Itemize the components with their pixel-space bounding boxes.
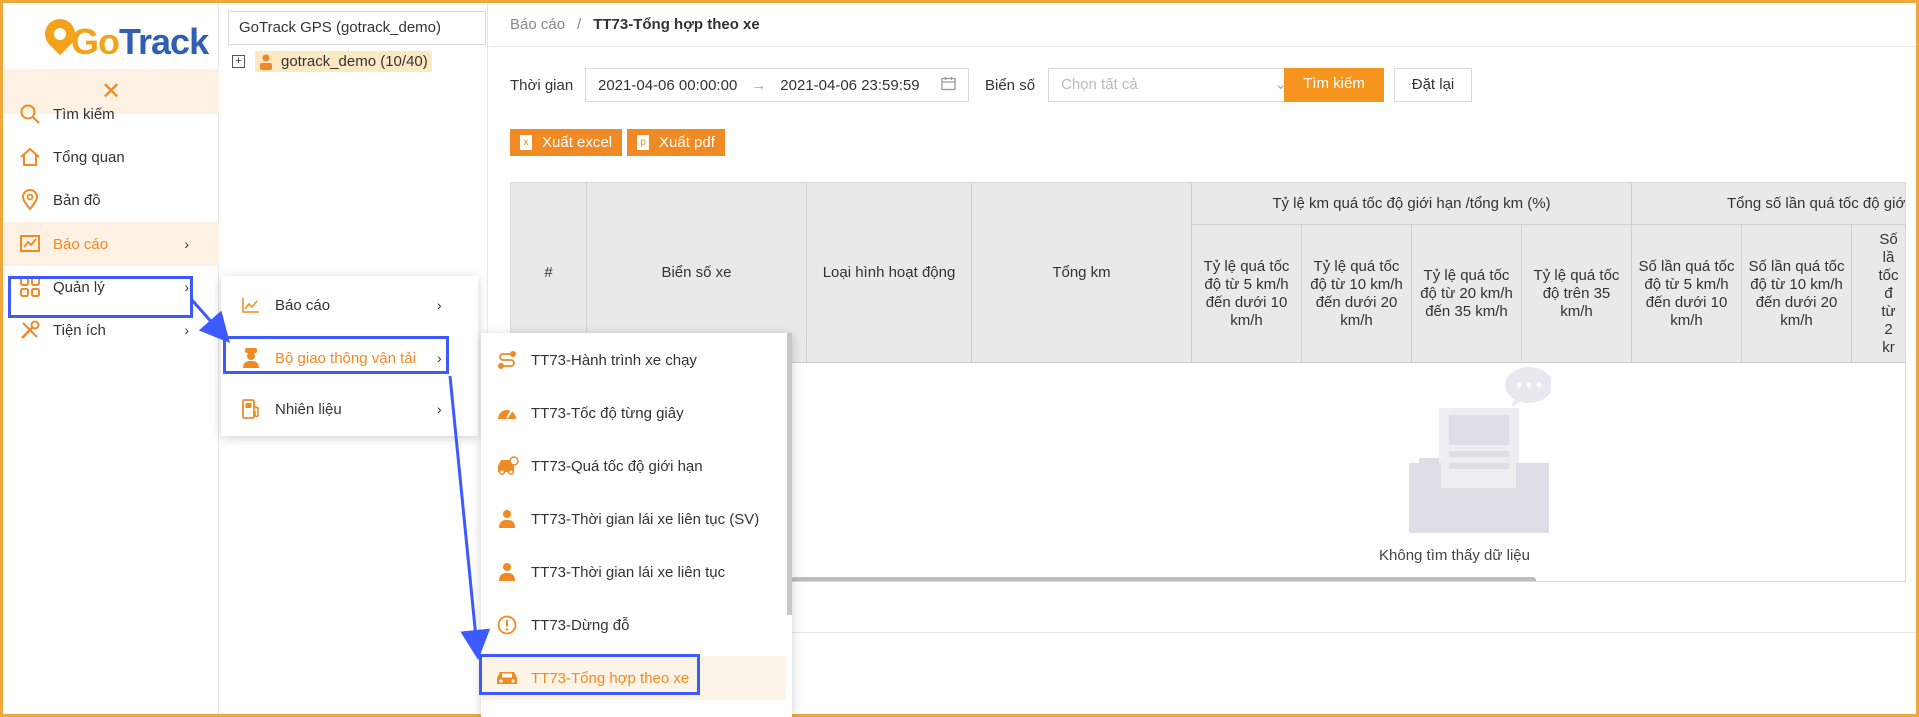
driver-icon <box>495 507 519 531</box>
sidebar-item-overview[interactable]: Tổng quan <box>3 135 219 179</box>
sidebar-item-label: Bản đồ <box>53 191 101 209</box>
sidebar-item-label: Báo cáo <box>53 235 109 253</box>
fuel-icon <box>239 397 263 421</box>
col-ratio-20-35[interactable]: Tỷ lệ quá tốc độ từ 20 km/h đến 35 km/h <box>1412 225 1522 363</box>
col-count-20-35[interactable]: Số lầ tốc đ từ 2 kr <box>1852 225 1905 363</box>
chevron-right-icon: › <box>184 322 189 338</box>
date-to[interactable]: 2021-04-06 23:59:59 <box>780 77 919 94</box>
submenu-item-continuous-driving-sv[interactable]: TT73-Thời gian lái xe liên tục (SV) <box>481 497 786 541</box>
plate-select[interactable]: Chọn tất cả ⌄ <box>1048 68 1300 102</box>
col-group-overspeed-ratio: Tỷ lệ km quá tốc độ giới hạn /tổng km (%… <box>1192 183 1632 225</box>
sidebar-item-reports[interactable]: Báo cáo › <box>3 222 219 266</box>
search-button[interactable]: Tìm kiếm <box>1284 68 1384 102</box>
col-ratio-5-10[interactable]: Tỷ lệ quá tốc độ từ 5 km/h đến dưới 10 k… <box>1192 225 1302 363</box>
sidebar-item-label: Tiện ích <box>53 321 106 339</box>
submenu-item-fuel[interactable]: Nhiên liệu › <box>221 387 478 431</box>
col-ratio-10-20[interactable]: Tỷ lệ quá tốc độ từ 10 km/h đến dưới 20 … <box>1302 225 1412 363</box>
breadcrumb-current: TT73-Tổng hợp theo xe <box>593 16 760 33</box>
sidebar-item-label: Tìm kiếm <box>53 105 115 123</box>
submenu-item-stops[interactable]: TT73-Dừng đỗ <box>481 603 786 647</box>
home-icon <box>17 144 43 170</box>
sidebar-item-label: Tổng quan <box>53 148 125 166</box>
breadcrumb: Báo cáo / TT73-Tổng hợp theo xe <box>510 16 760 33</box>
submenu-item-speed-per-second[interactable]: TT73-Tốc độ từng giây <box>481 391 786 435</box>
submenu-item-route[interactable]: TT73-Hành trình xe chạy <box>481 338 786 382</box>
date-range-picker[interactable]: 2021-04-06 00:00:00 → 2021-04-06 23:59:5… <box>585 68 969 102</box>
submenu-scrollbar[interactable] <box>787 333 792 615</box>
plate-placeholder: Chọn tất cả <box>1061 76 1138 93</box>
plate-label: Biển số <box>985 77 1036 94</box>
col-ratio-over-35[interactable]: Tỷ lệ quá tốc độ trên 35 km/h <box>1522 225 1632 363</box>
driver-icon <box>495 560 519 584</box>
speedometer-icon <box>495 401 519 425</box>
highlight-box-vehicle-summary <box>479 654 700 695</box>
car-speed-icon <box>495 454 519 478</box>
empty-inbox-icon <box>1409 367 1551 533</box>
tools-icon <box>17 317 43 343</box>
map-pin-icon <box>17 187 43 213</box>
horizontal-scrollbar[interactable] <box>791 577 1536 581</box>
time-label: Thời gian <box>510 77 574 94</box>
breadcrumb-parent[interactable]: Báo cáo <box>510 16 565 33</box>
submenu-item-overspeed[interactable]: TT73-Quá tốc độ giới hạn <box>481 444 786 488</box>
chart-icon <box>17 231 43 257</box>
account-selector[interactable]: GoTrack GPS (gotrack_demo) <box>228 11 486 45</box>
col-type[interactable]: Loại hình hoạt động <box>807 183 972 363</box>
date-from[interactable]: 2021-04-06 00:00:00 <box>598 77 737 94</box>
highlight-box-ministry <box>223 336 449 374</box>
alert-icon <box>495 613 519 637</box>
empty-state-text: Không tìm thấy dữ liệu <box>1379 547 1530 564</box>
sidebar-item-map[interactable]: Bản đồ <box>3 178 219 222</box>
chevron-right-icon: › <box>437 297 442 313</box>
submenu-item-continuous-driving[interactable]: TT73-Thời gian lái xe liên tục <box>481 550 786 594</box>
user-group-icon <box>260 54 272 70</box>
pdf-file-icon: p <box>637 135 649 150</box>
route-icon <box>495 348 519 372</box>
excel-file-icon: x <box>520 135 532 150</box>
chevron-right-icon: › <box>437 401 442 417</box>
col-count-10-20[interactable]: Số lần quá tốc độ từ 10 km/h đến dưới 20… <box>1742 225 1852 363</box>
tree-node[interactable]: + gotrack_demo (10/40) <box>232 51 432 72</box>
expand-icon[interactable]: + <box>232 55 245 68</box>
sidebar-item-search[interactable]: Tìm kiếm <box>3 92 219 136</box>
col-group-overspeed-count: Tổng số lần quá tốc độ giớ <box>1632 183 1905 225</box>
chevron-right-icon: › <box>184 236 189 252</box>
search-icon <box>17 101 43 127</box>
reset-button[interactable]: Đặt lại <box>1394 68 1472 102</box>
gotrack-logo[interactable]: GoTrack <box>38 11 209 66</box>
export-pdf-button[interactable]: p Xuất pdf <box>627 129 725 156</box>
col-count-5-10[interactable]: Số lần quá tốc độ từ 5 km/h đến dưới 10 … <box>1632 225 1742 363</box>
calendar-icon <box>941 76 956 95</box>
sidebar: GoTrack ✕ Tìm kiếm Tổng quan Bản đồ Báo … <box>3 3 219 714</box>
export-excel-button[interactable]: x Xuất excel <box>510 129 623 156</box>
highlight-box-reports <box>8 276 193 318</box>
col-total-km[interactable]: Tổng km <box>972 183 1192 363</box>
tree-node-label: gotrack_demo (10/40) <box>281 53 428 70</box>
line-chart-icon <box>239 293 263 317</box>
arrow-right-icon: → <box>751 76 767 94</box>
submenu-item-reports[interactable]: Báo cáo › <box>221 283 478 327</box>
